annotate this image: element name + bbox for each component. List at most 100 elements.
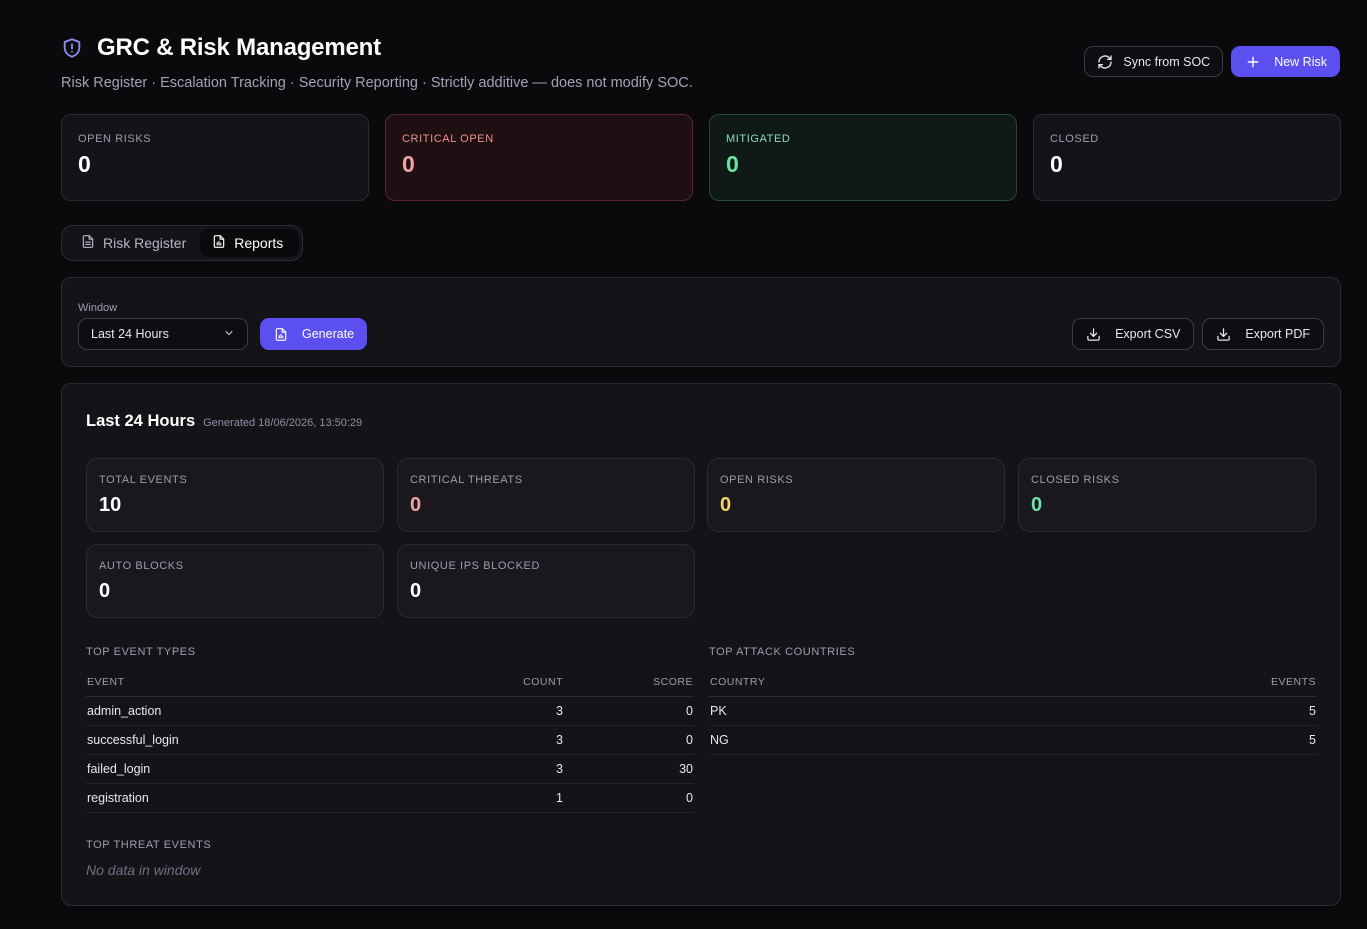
stat-value: 0 <box>726 151 739 177</box>
metric-total-events: TOTAL EVENTS 10 <box>86 458 384 532</box>
count-cell: 3 <box>444 754 564 784</box>
export-csv-label: Export CSV <box>1115 327 1181 341</box>
metric-label: CRITICAL THREATS <box>410 474 523 486</box>
metric-unique-ips-blocked: UNIQUE IPS BLOCKED 0 <box>397 544 695 618</box>
refresh-icon <box>1097 54 1113 70</box>
metric-critical-threats: CRITICAL THREATS 0 <box>397 458 695 532</box>
new-risk-label: New Risk <box>1274 54 1327 69</box>
stat-closed: CLOSED 0 <box>1033 114 1341 201</box>
page-header: GRC & Risk Management Risk Register · Es… <box>61 34 693 91</box>
score-cell: 30 <box>564 754 694 784</box>
window-label: Window <box>78 302 118 314</box>
page-title: GRC & Risk Management <box>97 34 381 61</box>
stat-value: 0 <box>402 151 415 177</box>
table-row: admin_action 3 0 <box>86 696 694 726</box>
plus-icon <box>1246 55 1260 69</box>
column-header: COUNTRY <box>709 668 1043 697</box>
export-pdf-label: Export PDF <box>1245 327 1310 341</box>
stat-label: CRITICAL OPEN <box>402 133 494 145</box>
tab-risk-register[interactable]: Risk Register <box>65 229 200 257</box>
generate-button[interactable]: Generate <box>260 318 368 350</box>
metric-label: OPEN RISKS <box>720 474 794 486</box>
top-event-types-title: TOP EVENT TYPES <box>86 646 196 658</box>
chevron-down-icon <box>223 327 235 342</box>
report-generated-timestamp: Generated 18/06/2026, 13:50:29 <box>203 417 363 429</box>
header-actions: Sync from SOC New Risk <box>1084 46 1340 77</box>
stat-open-risks: OPEN RISKS 0 <box>61 114 369 201</box>
column-header: EVENTS <box>1042 668 1317 697</box>
tab-reports[interactable]: Reports <box>200 229 300 257</box>
table-row: NG 5 <box>709 725 1317 755</box>
sync-from-soc-button[interactable]: Sync from SOC <box>1084 46 1224 77</box>
score-cell: 0 <box>564 783 694 813</box>
count-cell: 3 <box>444 696 564 726</box>
top-attack-countries-table: COUNTRY EVENTS PK 5 NG 5 <box>709 668 1317 755</box>
metric-value: 0 <box>720 494 732 516</box>
report-header: Last 24 Hours Generated 18/06/2026, 13:5… <box>86 412 362 431</box>
metric-open-risks: OPEN RISKS 0 <box>707 458 1005 532</box>
column-header: EVENT <box>86 668 444 697</box>
count-cell: 1 <box>444 783 564 813</box>
stat-value: 0 <box>78 151 91 177</box>
metric-closed-risks: CLOSED RISKS 0 <box>1018 458 1316 532</box>
metric-value: 10 <box>99 494 122 516</box>
download-icon <box>1086 327 1101 342</box>
event-cell: registration <box>86 783 444 813</box>
table-row: failed_login 3 30 <box>86 754 694 784</box>
report-panel: Last 24 Hours Generated 18/06/2026, 13:5… <box>61 383 1341 906</box>
stat-label: CLOSED <box>1050 133 1099 145</box>
country-cell: PK <box>709 696 1043 726</box>
count-cell: 3 <box>444 725 564 755</box>
metric-value: 0 <box>410 494 422 516</box>
risk-stats: OPEN RISKS 0 CRITICAL OPEN 0 MITIGATED 0… <box>61 114 1341 201</box>
page-subtitle: Risk Register · Escalation Tracking · Se… <box>61 75 693 91</box>
table-header-row: EVENT COUNT SCORE <box>86 668 694 697</box>
window-select[interactable]: Last 24 Hours <box>78 318 248 350</box>
file-chart-icon <box>274 327 288 342</box>
stat-label: OPEN RISKS <box>78 133 152 145</box>
file-chart-icon <box>212 234 226 252</box>
score-cell: 0 <box>564 725 694 755</box>
export-pdf-button[interactable]: Export PDF <box>1202 318 1324 350</box>
stat-value: 0 <box>1050 151 1063 177</box>
stat-critical-open: CRITICAL OPEN 0 <box>385 114 693 201</box>
top-event-types-table: EVENT COUNT SCORE admin_action 3 0 succe… <box>86 668 694 813</box>
metric-value: 0 <box>1031 494 1043 516</box>
score-cell: 0 <box>564 696 694 726</box>
table-row: registration 1 0 <box>86 783 694 813</box>
report-title: Last 24 Hours <box>86 412 196 430</box>
event-cell: admin_action <box>86 696 444 726</box>
generate-label: Generate <box>302 327 355 341</box>
table-row: successful_login 3 0 <box>86 725 694 755</box>
metric-auto-blocks: AUTO BLOCKS 0 <box>86 544 384 618</box>
top-attack-countries-title: TOP ATTACK COUNTRIES <box>709 646 856 658</box>
table-header-row: COUNTRY EVENTS <box>709 668 1317 697</box>
stat-label: MITIGATED <box>726 133 791 145</box>
shield-alert-icon <box>61 37 83 59</box>
report-filter-panel: Window Last 24 Hours Generate Export CSV… <box>61 277 1341 367</box>
metric-label: UNIQUE IPS BLOCKED <box>410 560 540 572</box>
tab-label: Risk Register <box>103 235 187 251</box>
top-threat-events-title: TOP THREAT EVENTS <box>86 839 212 851</box>
download-icon <box>1216 327 1231 342</box>
empty-state-message: No data in window <box>86 862 201 878</box>
view-tabs: Risk Register Reports <box>61 225 304 261</box>
metric-value: 0 <box>410 580 422 602</box>
event-cell: successful_login <box>86 725 444 755</box>
new-risk-button[interactable]: New Risk <box>1231 46 1340 77</box>
event-cell: failed_login <box>86 754 444 784</box>
column-header: COUNT <box>444 668 564 697</box>
export-csv-button[interactable]: Export CSV <box>1072 318 1195 350</box>
export-actions: Export CSV Export PDF <box>1072 318 1324 350</box>
country-cell: NG <box>709 725 1043 755</box>
metric-label: CLOSED RISKS <box>1031 474 1120 486</box>
metric-label: TOTAL EVENTS <box>99 474 188 486</box>
table-row: PK 5 <box>709 696 1317 726</box>
tab-label: Reports <box>234 235 284 251</box>
stat-mitigated: MITIGATED 0 <box>709 114 1017 201</box>
metric-value: 0 <box>99 580 111 602</box>
events-cell: 5 <box>1042 696 1317 726</box>
metric-label: AUTO BLOCKS <box>99 560 184 572</box>
column-header: SCORE <box>564 668 694 697</box>
sync-label: Sync from SOC <box>1123 54 1211 69</box>
